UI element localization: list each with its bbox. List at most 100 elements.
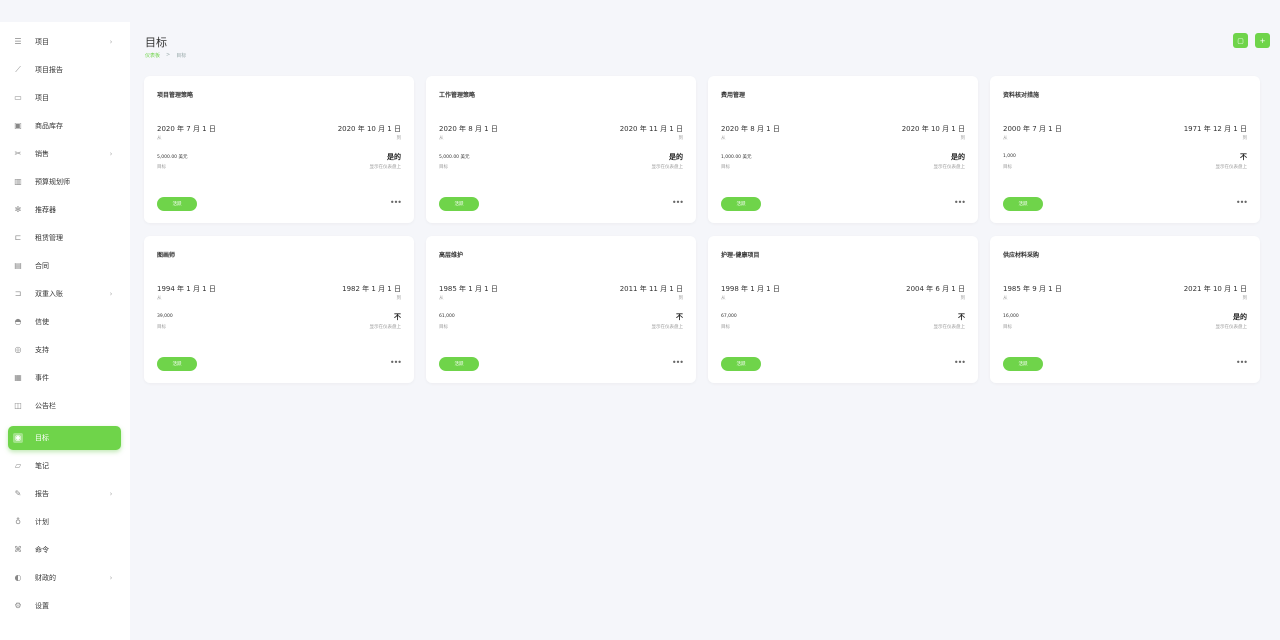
sidebar-item-reports[interactable]: ✎ 报告 › (8, 482, 121, 506)
sidebar-item-bulletin[interactable]: ◫ 公告栏 (8, 394, 121, 418)
sidebar-item-label: 双重入账 (35, 290, 63, 298)
goal-card: 项目管理策略 2020 年 7 月 1 日 2020 年 10 月 1 日 从 … (144, 76, 414, 223)
goal-end-date: 2020 年 11 月 1 日 (619, 125, 683, 133)
start-caption: 从 (439, 136, 444, 141)
goal-card: 资料核对措施 2000 年 7 月 1 日 1971 年 12 月 1 日 从 … (990, 76, 1260, 223)
chart-icon: ⟋ (15, 65, 21, 74)
chevron-right-icon: › (109, 150, 113, 158)
start-caption: 从 (1003, 296, 1008, 301)
sidebar-item-label: 命令 (35, 546, 49, 554)
goal-status-button[interactable]: 活跃 (157, 357, 197, 371)
start-caption: 从 (157, 136, 162, 141)
more-options-icon[interactable]: ••• (672, 358, 684, 367)
page-title: 目标 (145, 36, 167, 49)
tag-icon: ✂ (14, 149, 22, 158)
add-goal-button[interactable]: + (1255, 33, 1270, 48)
goal-title: 费用管理 (721, 92, 746, 99)
grid-view-button[interactable]: ▢ (1233, 33, 1248, 48)
goal-amount: 61,000 (439, 314, 455, 319)
goal-end-date: 2020 年 10 月 1 日 (337, 125, 401, 133)
goal-status-button[interactable]: 活跃 (439, 197, 479, 211)
sidebar-item-support[interactable]: ◎ 支持 (8, 338, 121, 362)
sidebar-item-double-entry[interactable]: ⊐ 双重入账 › (8, 282, 121, 306)
sidebar-item-recommender[interactable]: ✻ 推荐器 (8, 198, 121, 222)
sidebar-item-projects[interactable]: ☰ 项目 › (8, 30, 121, 54)
sidebar-item-finance[interactable]: ◐ 财政的 › (8, 566, 121, 590)
goal-start-date: 2000 年 7 月 1 日 (1003, 125, 1062, 133)
breadcrumb-home-link[interactable]: 仪表板 (145, 52, 160, 59)
sidebar-item-notes[interactable]: ▱ 笔记 (8, 454, 121, 478)
more-options-icon[interactable]: ••• (390, 198, 402, 207)
status-caption: 显示在仪表盘上 (933, 325, 966, 330)
dashboard-status: 是的 (669, 153, 683, 161)
amount-caption: 目标 (439, 165, 448, 170)
sidebar-item-plans[interactable]: ♁ 计划 (8, 510, 121, 534)
end-caption: 到 (678, 136, 684, 141)
message-icon: ◓ (14, 317, 22, 326)
goal-amount: 16,000 (1003, 314, 1019, 319)
sidebar-item-label: 财政的 (35, 574, 56, 582)
goal-card: 护理-健康项目 1998 年 1 月 1 日 2004 年 6 月 1 日 从 … (708, 236, 978, 383)
status-caption: 显示在仪表盘上 (651, 165, 684, 170)
goal-amount: 5,000.00 美元 (157, 155, 188, 160)
grid-icon: ▢ (1237, 36, 1244, 45)
sidebar-item-budget[interactable]: ▥ 预算规划师 (8, 170, 121, 194)
sidebar-item-label: 笔记 (35, 462, 49, 470)
chevron-right-icon: › (109, 38, 113, 46)
sidebar-item-project[interactable]: ▭ 项目 (8, 86, 121, 110)
more-options-icon[interactable]: ••• (1236, 198, 1248, 207)
amount-caption: 目标 (439, 325, 448, 330)
sidebar-item-contracts[interactable]: ▤ 合同 (8, 254, 121, 278)
goal-start-date: 1998 年 1 月 1 日 (721, 285, 780, 293)
goal-status-button[interactable]: 活跃 (721, 357, 761, 371)
document-icon: ▤ (14, 261, 22, 270)
goal-status-button[interactable]: 活跃 (721, 197, 761, 211)
chevron-right-icon: › (109, 574, 113, 582)
goal-status-button[interactable]: 活跃 (439, 357, 479, 371)
goal-start-date: 2020 年 7 月 1 日 (157, 125, 216, 133)
status-caption: 显示在仪表盘上 (369, 325, 402, 330)
end-caption: 到 (1242, 136, 1248, 141)
goal-amount: 5,000.00 美元 (439, 155, 470, 160)
goal-card: 图画师 1994 年 1 月 1 日 1982 年 1 月 1 日 从 到 39… (144, 236, 414, 383)
sidebar-item-label: 项目 (35, 38, 49, 46)
breadcrumb-separator: > (166, 52, 171, 58)
start-caption: 从 (439, 296, 444, 301)
sidebar-item-label: 项目报告 (35, 66, 63, 74)
sidebar-item-settings[interactable]: ⚙ 设置 (8, 594, 121, 618)
sidebar-item-lease[interactable]: ⊏ 租赁管理 (8, 226, 121, 250)
more-options-icon[interactable]: ••• (954, 198, 966, 207)
sidebar-item-label: 公告栏 (35, 402, 56, 410)
goal-status-button[interactable]: 活跃 (157, 197, 197, 211)
more-options-icon[interactable]: ••• (672, 198, 684, 207)
sidebar-item-goals[interactable]: ◉ 目标 (8, 426, 121, 450)
goal-start-date: 2020 年 8 月 1 日 (439, 125, 498, 133)
amount-caption: 目标 (1003, 325, 1012, 330)
more-options-icon[interactable]: ••• (1236, 358, 1248, 367)
sidebar-item-sales[interactable]: ✂ 销售 › (8, 142, 121, 166)
sidebar-item-label: 信使 (35, 318, 49, 326)
sidebar-item-events[interactable]: ▦ 事件 (8, 366, 121, 390)
end-caption: 到 (678, 296, 684, 301)
goal-end-date: 2004 年 6 月 1 日 (906, 285, 965, 293)
breadcrumb: 仪表板 > 目标 (145, 52, 186, 59)
sidebar-item-label: 预算规划师 (35, 178, 70, 186)
more-options-icon[interactable]: ••• (390, 358, 402, 367)
bulletin-icon: ◫ (14, 401, 22, 410)
sidebar-item-messenger[interactable]: ◓ 信使 (8, 310, 121, 334)
end-caption: 到 (960, 296, 966, 301)
sidebar-item-label: 推荐器 (35, 206, 56, 214)
goal-status-button[interactable]: 活跃 (1003, 357, 1043, 371)
more-options-icon[interactable]: ••• (954, 358, 966, 367)
report-icon: ✎ (14, 489, 22, 498)
sidebar-item-commands[interactable]: ⌘ 命令 (8, 538, 121, 562)
support-icon: ◎ (14, 345, 22, 354)
sidebar-item-label: 项目 (35, 94, 49, 102)
box-icon: ▣ (14, 121, 22, 130)
dashboard-status: 不 (958, 313, 965, 321)
status-caption: 显示在仪表盘上 (651, 325, 684, 330)
settings-icon: ✻ (14, 205, 22, 214)
sidebar-item-project-report[interactable]: ⟋ 项目报告 (8, 58, 121, 82)
sidebar-item-inventory[interactable]: ▣ 商品库存 (8, 114, 121, 138)
goal-status-button[interactable]: 活跃 (1003, 197, 1043, 211)
